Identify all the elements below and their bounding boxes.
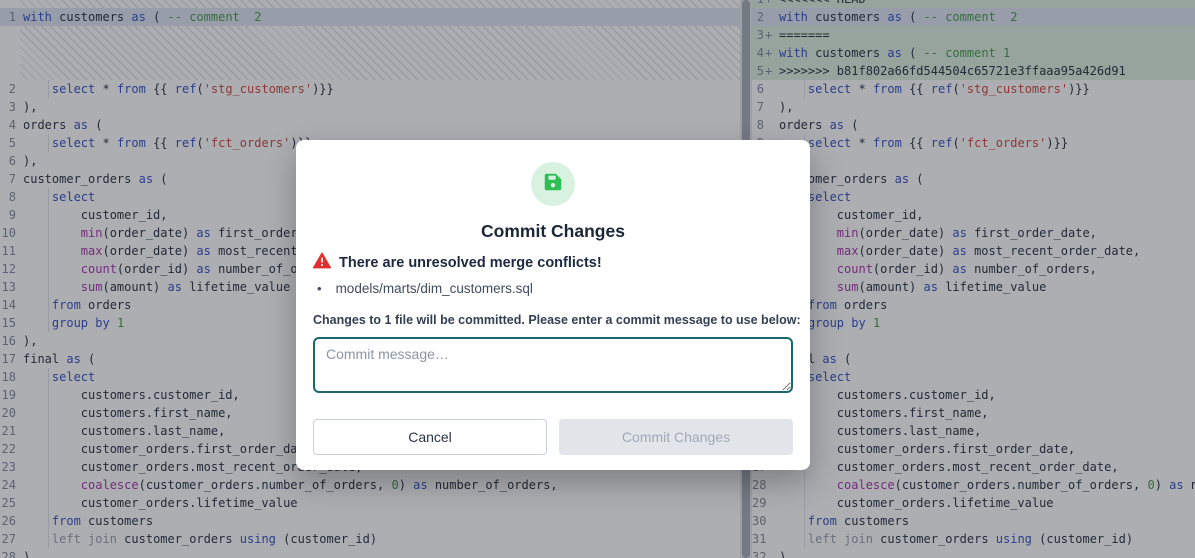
modal-title: Commit Changes — [296, 221, 810, 242]
commit-instruction: Changes to 1 file will be committed. Ple… — [313, 313, 801, 327]
ide-diff-screen: 1with customers as ( -- comment 22 selec… — [0, 0, 1195, 558]
commit-changes-button[interactable]: Commit Changes — [559, 419, 793, 455]
conflict-file-path: models/marts/dim_customers.sql — [336, 281, 533, 296]
merge-conflict-warning: There are unresolved merge conflicts! — [339, 255, 602, 271]
commit-changes-modal: Commit Changes There are unresolved merg… — [296, 140, 810, 470]
conflict-file-item: • models/marts/dim_customers.sql — [317, 281, 533, 296]
cancel-button[interactable]: Cancel — [313, 419, 547, 455]
save-icon-badge — [531, 162, 575, 206]
commit-message-input[interactable] — [313, 337, 793, 393]
bullet-icon: • — [317, 281, 322, 296]
warning-icon — [313, 252, 331, 274]
save-icon — [542, 171, 564, 198]
